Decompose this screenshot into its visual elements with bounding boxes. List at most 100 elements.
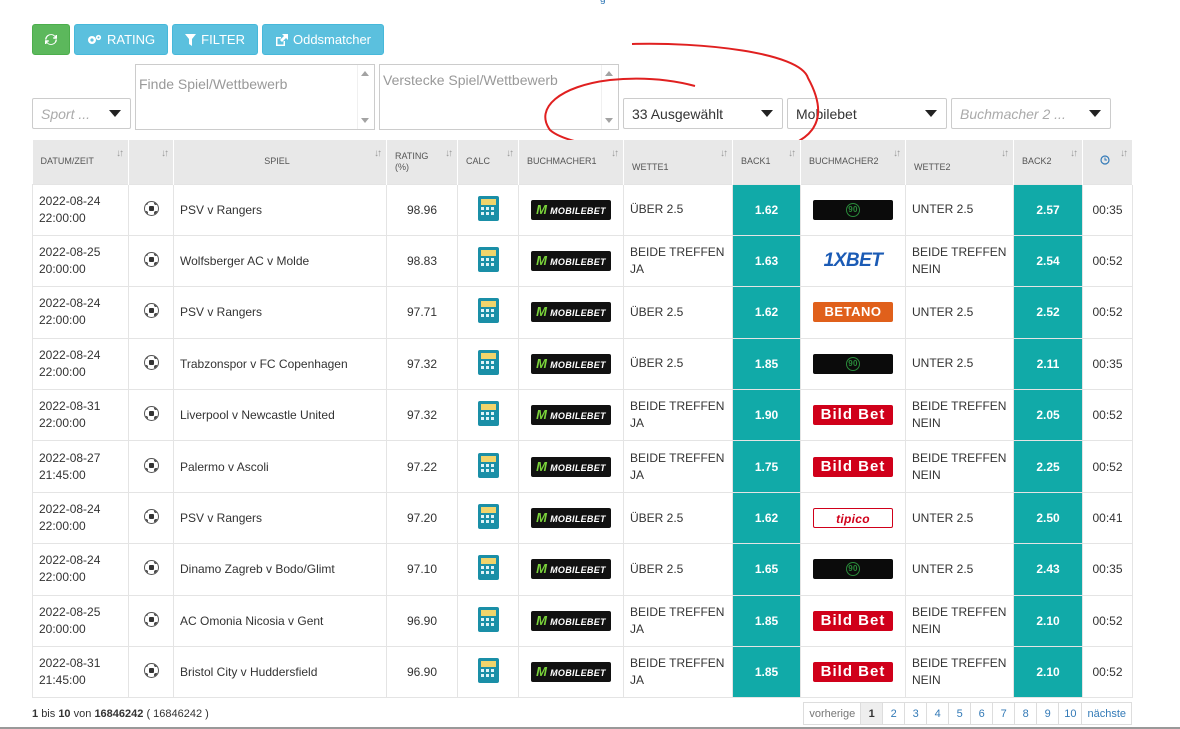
calculator-icon[interactable] (477, 298, 499, 324)
sort-icon[interactable]: ↓↑ (611, 148, 619, 159)
sort-icon[interactable]: ↓↑ (374, 148, 382, 159)
mobilebet-logo[interactable]: M MOBILEBET (531, 302, 611, 323)
mobilebet-logo[interactable]: M MOBILEBET (531, 662, 611, 683)
mobilebet-logo[interactable]: M MOBILEBET (531, 199, 611, 220)
bookmaker2-logo[interactable]: Bild Bet (813, 456, 893, 477)
match-cell[interactable]: Trabzonspor v FC Copenhagen (173, 337, 387, 391)
calculator-icon[interactable] (477, 452, 499, 478)
mobilebet-logo[interactable]: M MOBILEBET (531, 508, 611, 529)
bookmaker2-logo[interactable]: tipico (813, 508, 893, 529)
sort-icon[interactable]: ↓↑ (1070, 148, 1078, 159)
col-rating[interactable]: RATING (%) ↓↑ (386, 140, 458, 184)
pagination-page[interactable]: 1 (860, 702, 884, 725)
back2-cell[interactable]: 2.05 (1013, 389, 1083, 442)
back1-cell[interactable]: 1.85 (732, 646, 801, 699)
table-row[interactable]: 2022-08-25 20:00:00 Wolfsberger AC v Molde… (32, 234, 1133, 288)
mobilebet-logo[interactable]: M MOBILEBET (531, 251, 611, 272)
bookmaker2-logo[interactable]: Bild Bet (813, 662, 893, 683)
mobilebet-logo[interactable]: M MOBILEBET (531, 610, 611, 631)
bookmaker2-logo[interactable]: Bild Bet (813, 610, 893, 631)
sort-icon[interactable]: ↓↑ (506, 148, 514, 159)
bookmaker1-select[interactable]: Mobilebet (787, 98, 947, 129)
pagination-page[interactable]: 6 (970, 702, 994, 725)
textarea-scrollbar[interactable] (601, 65, 618, 129)
pagination-page[interactable]: 3 (904, 702, 928, 725)
pagination-page[interactable]: 2 (882, 702, 906, 725)
calculator-icon[interactable] (477, 504, 499, 530)
table-row[interactable]: 2022-08-24 22:00:00 Trabzonspor v FC Copen… (32, 337, 1133, 391)
pagination-next[interactable]: nächste (1081, 702, 1132, 725)
table-row[interactable]: 2022-08-25 20:00:00 AC Omonia Nicosia v Ge… (32, 594, 1133, 648)
pagination-page[interactable]: 5 (948, 702, 972, 725)
back1-cell[interactable]: 1.75 (732, 440, 801, 493)
match-cell[interactable]: AC Omonia Nicosia v Gent (173, 594, 387, 648)
calculator-icon[interactable] (477, 195, 499, 221)
back2-cell[interactable]: 2.50 (1013, 491, 1083, 545)
back2-cell[interactable]: 2.11 (1013, 337, 1083, 391)
back1-cell[interactable]: 1.90 (732, 389, 801, 442)
table-row[interactable]: 2022-08-24 22:00:00 PSV v Rangers 97.71 M MO… (32, 286, 1133, 339)
back1-cell[interactable]: 1.63 (732, 234, 801, 288)
table-row[interactable]: 2022-08-24 22:00:00 Dinamo Zagreb v Bodo/G… (32, 543, 1133, 596)
calculator-icon[interactable] (477, 606, 499, 632)
match-cell[interactable]: PSV v Rangers (173, 286, 387, 339)
mobilebet-logo[interactable]: M MOBILEBET (531, 353, 611, 374)
back2-cell[interactable]: 2.10 (1013, 594, 1083, 648)
hide-match-textarea[interactable]: Verstecke Spiel/Wettbewerb (379, 64, 619, 130)
col-spiel[interactable]: SPIEL ↓↑ (173, 140, 387, 184)
col-back1[interactable]: BACK1 ↓↑ (732, 140, 801, 184)
bookmaker2-logo[interactable]: 90 (813, 559, 893, 580)
back1-cell[interactable]: 1.62 (732, 491, 801, 545)
bookmaker2-select[interactable]: Buchmacher 2 ... (951, 98, 1111, 129)
sort-icon[interactable]: ↓↑ (720, 148, 728, 159)
back1-cell[interactable]: 1.85 (732, 594, 801, 648)
match-cell[interactable]: PSV v Rangers (173, 491, 387, 545)
match-cell[interactable]: Palermo v Ascoli (173, 440, 387, 493)
table-row[interactable]: 2022-08-27 21:45:00 Palermo v Ascoli 97.22 M… (32, 440, 1133, 493)
match-cell[interactable]: Dinamo Zagreb v Bodo/Glimt (173, 543, 387, 596)
sort-icon[interactable]: ↓↑ (788, 148, 796, 159)
mobilebet-logo[interactable]: M MOBILEBET (531, 405, 611, 426)
calculator-icon[interactable] (477, 401, 499, 427)
bookmaker2-logo[interactable]: 90 (813, 199, 893, 220)
back1-cell[interactable]: 1.85 (732, 337, 801, 391)
bookmaker2-logo[interactable]: 1XBET (813, 251, 893, 271)
calculator-icon[interactable] (477, 658, 499, 684)
col-back2[interactable]: BACK2 ↓↑ (1013, 140, 1083, 184)
back2-cell[interactable]: 2.52 (1013, 286, 1083, 339)
back2-cell[interactable]: 2.57 (1013, 183, 1083, 236)
pagination-page[interactable]: 4 (926, 702, 950, 725)
bookmaker2-logo[interactable]: Bild Bet (813, 405, 893, 426)
col-buchmacher1[interactable]: BUCHMACHER1 ↓↑ (518, 140, 624, 184)
back1-cell[interactable]: 1.62 (732, 183, 801, 236)
refresh-button[interactable] (32, 24, 70, 55)
back2-cell[interactable]: 2.25 (1013, 440, 1083, 493)
bookmaker2-logo[interactable]: 90 (813, 353, 893, 374)
sport-select[interactable]: Sport ... (32, 98, 131, 129)
calculator-icon[interactable] (477, 555, 499, 581)
table-row[interactable]: 2022-08-31 22:00:00 Liverpool v Newcastle … (32, 389, 1133, 442)
oddsmatcher-button[interactable]: Oddsmatcher (261, 24, 385, 55)
col-calc[interactable]: CALC ↓↑ (457, 140, 519, 184)
pagination-page[interactable]: 9 (1036, 702, 1060, 725)
mobilebet-logo[interactable]: M MOBILEBET (531, 559, 611, 580)
col-sport[interactable]: ↓↑ (128, 140, 174, 184)
match-cell[interactable]: PSV v Rangers (173, 183, 387, 236)
col-buchmacher2[interactable]: BUCHMACHER2 ↓↑ (800, 140, 906, 184)
table-row[interactable]: 2022-08-24 22:00:00 PSV v Rangers 98.96 M MO… (32, 183, 1133, 236)
selection-select[interactable]: 33 Ausgewählt (623, 98, 783, 129)
calculator-icon[interactable] (477, 349, 499, 375)
sort-icon[interactable]: ↓↑ (1120, 148, 1128, 159)
table-row[interactable]: 2022-08-31 21:45:00 Bristol City v Hudders… (32, 646, 1133, 699)
match-cell[interactable]: Liverpool v Newcastle United (173, 389, 387, 442)
col-datum-zeit[interactable]: DATUM/ZEIT ↓↑ (32, 140, 129, 184)
calculator-icon[interactable] (477, 247, 499, 273)
back2-cell[interactable]: 2.54 (1013, 234, 1083, 288)
back1-cell[interactable]: 1.65 (732, 543, 801, 596)
pagination-page[interactable]: 10 (1058, 702, 1083, 725)
sort-icon[interactable]: ↓↑ (116, 148, 124, 159)
match-cell[interactable]: Bristol City v Huddersfield (173, 646, 387, 699)
top-link[interactable]: g (600, 0, 606, 5)
sort-icon[interactable]: ↓↑ (161, 148, 169, 159)
col-wette2[interactable]: WETTE2 ↓↑ (905, 140, 1014, 184)
